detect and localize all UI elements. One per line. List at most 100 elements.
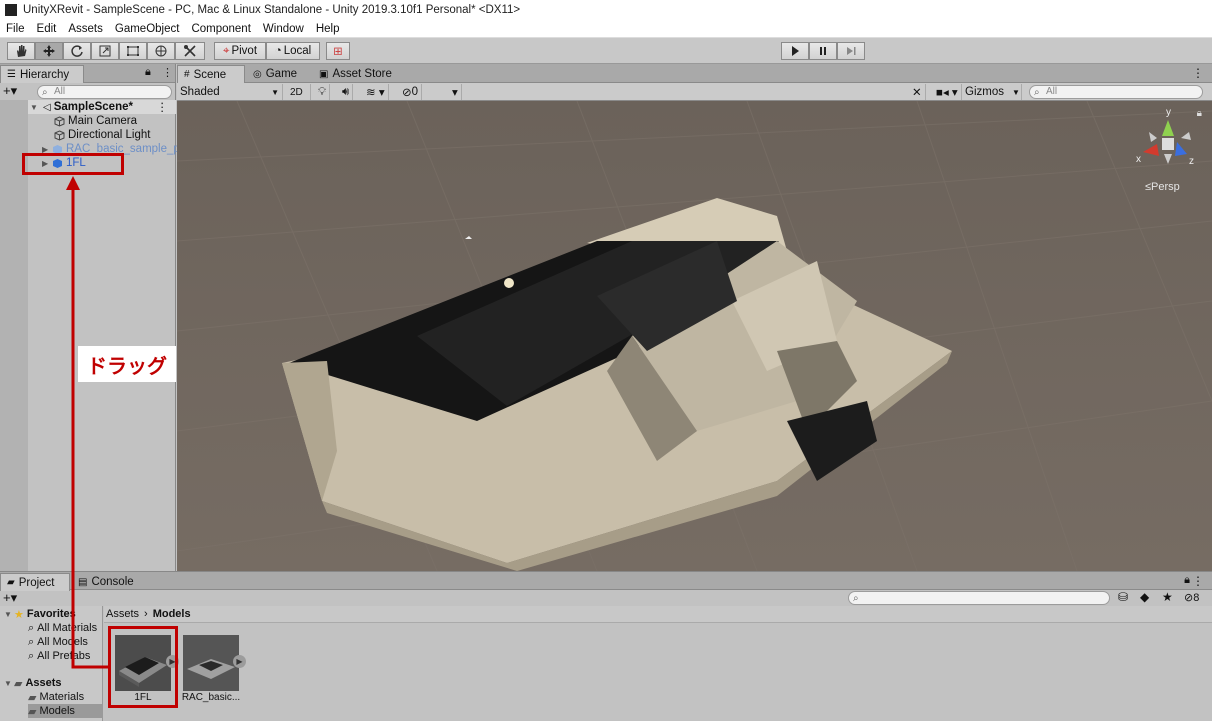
folder-materials[interactable]: ▰ Materials <box>28 690 84 704</box>
folder-icon: ▰ <box>28 691 37 704</box>
asset-label: RAC_basic... <box>181 692 241 703</box>
create-asset-button[interactable]: +▾ <box>3 590 17 606</box>
panel-menu-icon[interactable]: ⋮ <box>1192 66 1204 80</box>
tools-button[interactable]: ✕ <box>909 84 926 100</box>
gizmos-dropdown[interactable]: Gizmos ▼ <box>962 84 1022 100</box>
tab-project[interactable]: ▰ Project <box>0 573 70 591</box>
axis-z-cone[interactable] <box>1175 142 1187 156</box>
menu-file[interactable]: File <box>0 23 31 35</box>
shading-mode-dropdown[interactable]: Shaded ▼ <box>177 84 283 100</box>
local-icon: ◔ <box>274 45 282 57</box>
local-toggle[interactable]: ◔ Local <box>266 42 320 60</box>
speaker-icon: 🔊︎ <box>342 85 350 98</box>
breadcrumb-assets[interactable]: Assets <box>106 608 139 620</box>
favorite-all-prefabs[interactable]: ⌕ All Prefabs <box>28 649 90 663</box>
step-button[interactable] <box>837 42 865 60</box>
audio-toggle[interactable]: 🔊︎ <box>339 84 354 100</box>
star-icon: ★ <box>14 608 24 621</box>
tab-asset-store[interactable]: ▣ Asset Store <box>313 65 403 83</box>
scene-view[interactable]: # Scene ◎ Game ▣ Asset Store ⋮ Shaded ▼ … <box>177 64 1212 571</box>
project-folder-tree: ▼ ★ Favorites ⌕ All Materials ⌕ All Models… <box>0 606 103 721</box>
lock-icon[interactable]: 🔒︎ <box>145 66 151 79</box>
pause-icon <box>820 47 826 55</box>
tab-scene[interactable]: # Scene <box>177 65 245 83</box>
grid-toggle[interactable]: ▾ <box>449 84 462 100</box>
menu-bar: File Edit Assets GameObject Component Wi… <box>0 20 1212 38</box>
lock-icon[interactable]: 🔒︎ <box>1184 574 1190 587</box>
orientation-gizmo[interactable]: y x z ≤Persp <box>1127 102 1207 192</box>
local-label: Local <box>283 45 312 57</box>
scene-menu-icon[interactable]: ⋮ <box>157 100 169 114</box>
lighting-toggle[interactable]: 💡︎ <box>315 84 331 100</box>
rotate-tool-button[interactable] <box>63 42 91 60</box>
tab-console[interactable]: ▤ Console <box>72 573 142 591</box>
scale-tool-button[interactable] <box>91 42 119 60</box>
tab-hierarchy[interactable]: ☰ Hierarchy <box>0 65 84 83</box>
favorite-all-materials[interactable]: ⌕ All Materials <box>28 621 97 635</box>
rect-icon <box>127 46 139 56</box>
search-icon: ⌕ <box>28 621 35 634</box>
favorite-all-models[interactable]: ⌕ All Models <box>28 635 88 649</box>
pivot-toggle[interactable]: ⌖ Pivot <box>214 42 266 60</box>
scene-search-input[interactable]: ⌕ All <box>1029 85 1203 99</box>
search-by-type-icon[interactable]: ⛁ <box>1118 590 1128 604</box>
menu-component[interactable]: Component <box>185 23 256 35</box>
tools-icon: ✕ <box>912 87 922 99</box>
project-search-input[interactable]: ⌕ <box>848 591 1110 605</box>
dropdown-arrow-icon: ▼ <box>1011 87 1020 97</box>
menu-edit[interactable]: Edit <box>31 23 63 35</box>
panel-menu-icon[interactable]: ⋮ <box>1192 574 1204 588</box>
folder-label: Materials <box>39 691 85 703</box>
snap-button[interactable]: ⊞ <box>326 42 350 60</box>
pivot-icon: ⌖ <box>222 44 230 57</box>
axis-x-cone[interactable] <box>1143 144 1159 156</box>
axis-y-cone[interactable] <box>1162 120 1174 136</box>
camera-icon: ■◂ ▾ <box>936 87 958 99</box>
camera-dropdown[interactable]: ■◂ ▾ <box>933 84 962 100</box>
tab-game[interactable]: ◎ Game <box>247 65 307 83</box>
axis-neg-x-cone[interactable] <box>1181 132 1191 140</box>
custom-tool-button[interactable] <box>175 42 205 60</box>
gizmo-lock-icon[interactable]: 🔒︎ <box>1197 108 1202 119</box>
search-by-label-icon[interactable]: ◆ <box>1140 590 1149 604</box>
axis-neg-z-cone[interactable] <box>1149 132 1157 142</box>
transform-tool-button[interactable] <box>147 42 175 60</box>
tab-project-label: Project <box>18 576 55 589</box>
axis-neg-y-cone[interactable] <box>1164 154 1172 164</box>
assets-header[interactable]: ▼ ▰ Assets <box>4 676 62 690</box>
create-button[interactable]: +▾ <box>3 83 17 99</box>
effects-dropdown[interactable]: ≋ ▾ <box>363 84 389 100</box>
asset-rac-basic-thumbnail[interactable] <box>183 635 239 691</box>
panel-menu-icon[interactable]: ⋮ <box>162 66 173 79</box>
main-toolbar: ⌖ Pivot ◔ Local ⊞ <box>0 38 1212 64</box>
folder-models[interactable]: ▰ Models <box>28 704 103 718</box>
menu-gameobject[interactable]: GameObject <box>109 23 186 35</box>
scene-row[interactable]: ▼ ◁ SampleScene* ⋮ <box>28 100 176 114</box>
rect-tool-button[interactable] <box>119 42 147 60</box>
grid-dropdown-icon: ▾ <box>452 87 458 99</box>
folder-icon: ▰ <box>7 577 15 588</box>
favorite-label: All Prefabs <box>37 650 91 662</box>
pause-button[interactable] <box>809 42 837 60</box>
favorites-header[interactable]: ▼ ★ Favorites <box>4 607 76 621</box>
axis-y-label: y <box>1166 107 1171 118</box>
projection-label[interactable]: ≤Persp <box>1145 181 1180 192</box>
expand-arrow-icon[interactable]: ▶ <box>233 655 246 668</box>
favorite-label: All Materials <box>37 622 98 634</box>
menu-window[interactable]: Window <box>257 23 310 35</box>
move-tool-button[interactable] <box>35 42 63 60</box>
scene-tab-strip: # Scene ◎ Game ▣ Asset Store ⋮ <box>177 64 1212 83</box>
play-button[interactable] <box>781 42 809 60</box>
hidden-packages-toggle[interactable]: ⊘8 <box>1184 591 1199 604</box>
favorite-star-icon[interactable]: ★ <box>1162 590 1173 604</box>
hierarchy-search-placeholder: All <box>54 86 66 97</box>
2d-toggle[interactable]: 2D <box>287 84 311 100</box>
breadcrumb-models[interactable]: Models <box>153 608 191 620</box>
hand-tool-button[interactable] <box>7 42 35 60</box>
hidden-objects-toggle[interactable]: ⊘ 0 <box>399 84 423 100</box>
menu-assets[interactable]: Assets <box>62 23 109 35</box>
gizmo-center[interactable] <box>1162 138 1174 150</box>
hierarchy-search-input[interactable]: ⌕ All <box>37 85 172 99</box>
menu-help[interactable]: Help <box>310 23 346 35</box>
dropdown-arrow-icon: ▼ <box>271 87 279 97</box>
